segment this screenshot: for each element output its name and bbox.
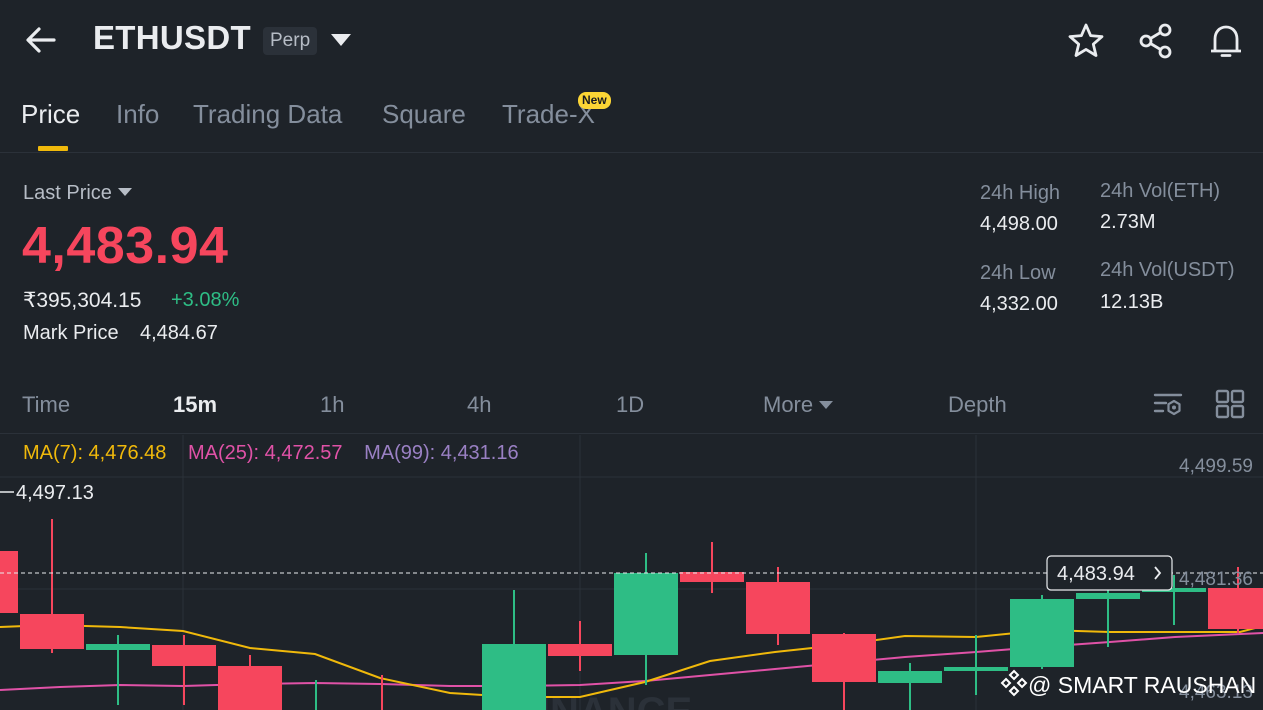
vol-base-value: 2.73M [1100, 211, 1156, 233]
ma99-value: MA(99): 4,431.16 [364, 442, 519, 464]
caret-down-icon [117, 188, 132, 196]
candle [1208, 588, 1263, 629]
vol-quote-value: 12.13B [1100, 291, 1164, 313]
candle [218, 666, 282, 710]
share-icon[interactable] [1137, 22, 1175, 60]
interval-1d[interactable]: 1D [616, 392, 644, 418]
last-price-label: Last Price [23, 182, 112, 204]
vol-quote-label: 24h Vol(USDT) [1100, 259, 1235, 281]
back-arrow-icon[interactable] [22, 22, 60, 58]
candle [86, 644, 150, 650]
candle [746, 582, 810, 634]
ma7-value: MA(7): 4,476.48 [23, 442, 167, 464]
candle [812, 634, 876, 682]
interval-bar: Time 15m 1h 4h 1D More Depth [0, 380, 1263, 434]
caret-down-icon [819, 401, 834, 409]
ma-legend[interactable]: MA(7): 4,476.48 MA(25): 4,472.57 MA(99):… [23, 442, 535, 465]
tab-price[interactable]: Price [21, 99, 80, 130]
last-price-dropdown[interactable]: Last Price [23, 182, 132, 205]
interval-15m[interactable]: 15m [173, 392, 217, 418]
candle [878, 671, 942, 683]
candle [152, 645, 216, 666]
ma25-value: MA(25): 4,472.57 [187, 442, 343, 464]
candle [1076, 593, 1140, 599]
current-price-tag: 4,483.94 [1046, 555, 1173, 591]
candle [482, 644, 546, 710]
axis-label: 4,481.36 [1179, 569, 1253, 590]
interval-more[interactable]: More [763, 392, 834, 418]
tab-trading-data[interactable]: Trading Data [193, 99, 342, 130]
mark-price-value: 4,484.67 [140, 322, 218, 344]
candle [614, 573, 678, 655]
interval-more-label: More [763, 392, 814, 417]
star-icon[interactable] [1067, 22, 1105, 60]
last-price: 4,483.94 [22, 217, 229, 275]
tab-info[interactable]: Info [116, 99, 159, 130]
mark-price-label: Mark Price [23, 322, 119, 344]
low-24h-value: 4,332.00 [980, 293, 1058, 315]
change-percent: +3.08% [171, 289, 240, 311]
binance-logo-icon [1000, 669, 1028, 703]
low-24h-label: 24h Low [980, 262, 1056, 284]
candle [0, 551, 18, 613]
watermark-text: @ SMART RAUSHAN [1028, 672, 1257, 698]
candle [20, 614, 84, 649]
top-bar: ETHUSDT Perp [0, 0, 1263, 80]
interval-4h[interactable]: 4h [467, 392, 491, 418]
contract-type-badge: Perp [263, 27, 318, 55]
indicator-settings-icon[interactable] [1152, 388, 1184, 420]
interval-1h[interactable]: 1h [320, 392, 344, 418]
chevron-down-icon[interactable] [330, 33, 352, 47]
tab-square[interactable]: Square [382, 99, 466, 130]
new-badge: New [578, 92, 611, 109]
high-24h-value: 4,498.00 [980, 213, 1058, 235]
candle [944, 667, 1008, 671]
current-price-tag-label: 4,483.94 [1057, 563, 1135, 585]
interval-time[interactable]: Time [22, 392, 70, 418]
high-24h-label: 24h High [980, 182, 1061, 204]
active-tab-indicator [38, 146, 68, 151]
symbol-title[interactable]: ETHUSDT [93, 19, 251, 57]
interval-depth[interactable]: Depth [948, 392, 1007, 418]
creator-watermark: @ SMART RAUSHAN [1000, 669, 1256, 703]
axis-label: 4,499.59 [1179, 456, 1253, 477]
high-marker-label: 4,497.13 [16, 482, 94, 504]
candle [548, 644, 612, 656]
tab-bar: Price Info Trading Data Square Trade-X [0, 80, 1263, 153]
vol-base-label: 24h Vol(ETH) [1100, 180, 1221, 202]
inr-price: ₹395,304.15 [23, 289, 142, 312]
bell-icon[interactable] [1207, 22, 1245, 60]
candle [1010, 599, 1074, 667]
grid-layout-icon[interactable] [1214, 388, 1246, 420]
